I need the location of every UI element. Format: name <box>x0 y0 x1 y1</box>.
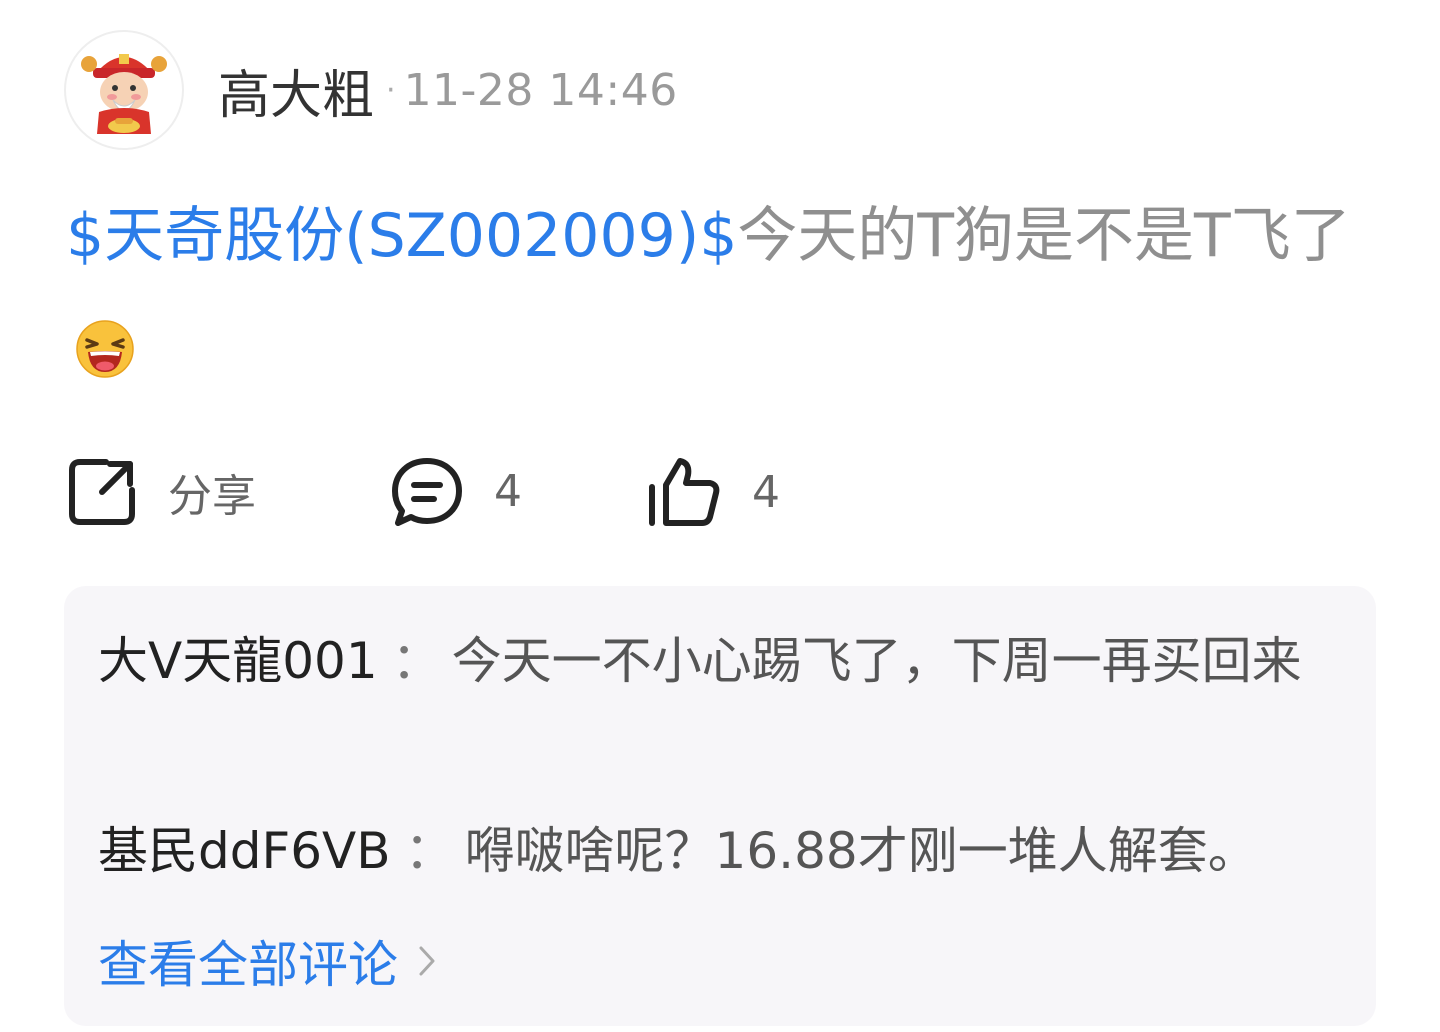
comment-text: 嘚啵啥呢？16.88才刚一堆人解套。 <box>464 822 1258 880</box>
separator-dot: · <box>386 72 396 108</box>
comment-author[interactable]: 大V天龍001 <box>98 632 378 690</box>
post-content: $天奇股份(SZ002009)$今天的T狗是不是T飞了 <box>66 178 1366 410</box>
share-icon <box>69 459 135 525</box>
share-button[interactable]: 分享 <box>66 452 256 532</box>
like-button[interactable]: 4 <box>644 452 780 532</box>
like-count: 4 <box>752 466 780 518</box>
stock-link[interactable]: $天奇股份(SZ002009)$ <box>66 201 737 271</box>
post-text: 今天的T狗是不是T飞了 <box>737 201 1351 271</box>
comment-separator: ： <box>404 822 455 880</box>
comment-item[interactable]: 大V天龍001：今天一不小心踢飞了，下周一再买回来 <box>98 614 1318 708</box>
comments-preview: 大V天龍001：今天一不小心踢飞了，下周一再买回来 基民ddF6VB：嘚啵啥呢？… <box>64 586 1376 1026</box>
post-header: 高大粗 · 11-28 14:46 <box>218 58 678 126</box>
laughing-emoji-icon <box>76 320 134 378</box>
share-label: 分享 <box>168 471 256 522</box>
comment-bubble-icon <box>392 458 462 526</box>
god-of-wealth-avatar-icon <box>81 54 167 134</box>
author-name[interactable]: 高大粗 <box>218 53 374 128</box>
chevron-right-icon <box>419 946 435 976</box>
comment-item[interactable]: 基民ddF6VB：嘚啵啥呢？16.88才刚一堆人解套。 <box>98 804 1318 898</box>
avatar[interactable] <box>64 30 184 150</box>
comment-text: 今天一不小心踢飞了，下周一再买回来 <box>451 632 1302 690</box>
view-all-comments-label: 查看全部评论 <box>98 936 398 994</box>
thumbs-up-icon <box>649 458 720 526</box>
comment-button[interactable]: 4 <box>390 452 1440 532</box>
comment-author[interactable]: 基民ddF6VB <box>98 822 391 880</box>
comment-count: 4 <box>494 466 522 517</box>
post-timestamp: 11-28 14:46 <box>403 64 678 116</box>
comment-separator: ： <box>391 632 442 690</box>
view-all-comments-link[interactable]: 查看全部评论 <box>98 926 436 996</box>
